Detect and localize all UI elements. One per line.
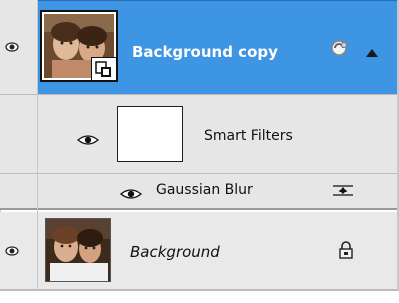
layer-thumbnail[interactable] [40, 10, 118, 82]
layer-row-background[interactable]: Background [0, 212, 397, 290]
filter-name[interactable]: Gaussian Blur [156, 182, 253, 198]
photo-thumbnail [46, 219, 110, 281]
visibility-column-divider [37, 0, 38, 290]
layer-name[interactable]: Background copy [132, 43, 278, 61]
layer-effects-icon[interactable] [329, 38, 351, 58]
scroll-up-arrow-icon[interactable] [365, 43, 379, 57]
layer-row-gaussian-blur[interactable]: Gaussian Blur [0, 174, 397, 210]
selection-top-border [38, 0, 397, 1]
eye-icon[interactable] [5, 40, 21, 54]
eye-icon[interactable] [5, 244, 21, 258]
panel-bottom-area [0, 290, 399, 303]
smart-object-badge-icon [91, 57, 117, 81]
blending-options-icon[interactable] [332, 183, 354, 199]
layer-row-smart-filters[interactable]: Smart Filters [0, 95, 397, 174]
layer-thumbnail[interactable] [45, 218, 111, 282]
layer-name[interactable]: Background [130, 243, 220, 261]
smart-filter-mask-thumbnail[interactable] [117, 106, 183, 162]
eye-icon[interactable] [76, 131, 100, 150]
smart-filters-label: Smart Filters [204, 128, 293, 144]
lock-icon [338, 241, 354, 259]
layer-row-background-copy[interactable]: Background copy [0, 0, 397, 95]
eye-icon[interactable] [119, 185, 143, 204]
